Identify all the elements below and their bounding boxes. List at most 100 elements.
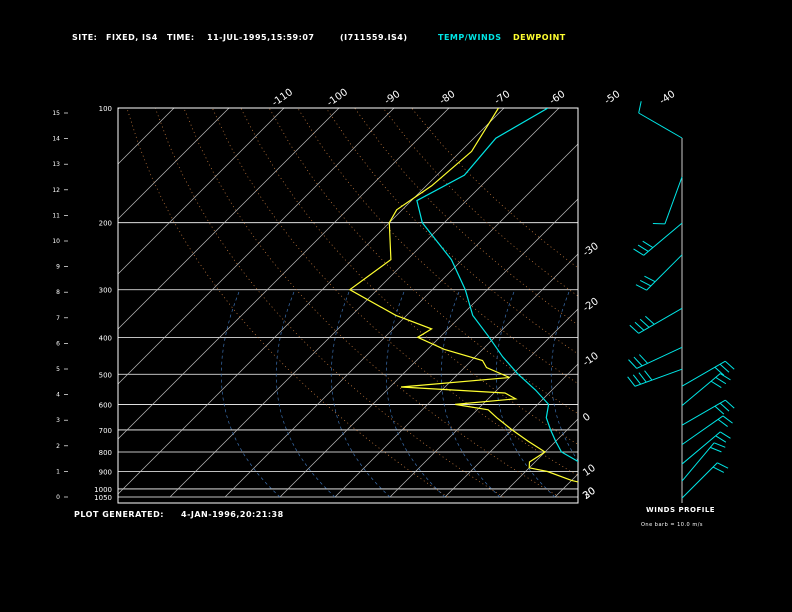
isotherm-line xyxy=(118,108,175,165)
winds-scale-note: One barb = 10.0 m/s xyxy=(641,522,703,528)
wind-barb-feather xyxy=(635,284,647,291)
mixing-ratio-line xyxy=(385,289,446,498)
isotherm-line xyxy=(665,108,792,497)
wind-barb-feather xyxy=(639,318,650,328)
wind-barb-shaft xyxy=(681,360,726,387)
wind-barb-feather xyxy=(717,418,728,427)
wind-barb-feather xyxy=(639,354,648,364)
wind-barb-feather xyxy=(629,324,640,334)
height-tick-label: 0 xyxy=(56,494,60,501)
wind-barb-shaft xyxy=(646,254,683,291)
wind-barb-feather xyxy=(710,380,722,389)
isotherm-line xyxy=(224,143,578,498)
top-temp-label: -40 xyxy=(658,89,678,107)
wind-barb-feather xyxy=(627,376,636,387)
isotherm-line xyxy=(118,108,505,495)
right-temp-label: 0 xyxy=(581,411,593,424)
top-temp-label: -50 xyxy=(603,89,623,107)
isotherm-line xyxy=(118,108,230,220)
wind-barb-feather xyxy=(639,280,652,287)
mixing-ratio-line xyxy=(220,289,281,498)
pressure-tick-label: 600 xyxy=(99,401,112,409)
wind-barb-feather xyxy=(712,466,725,473)
isotherm-line xyxy=(720,108,792,497)
wind-barb-feather xyxy=(628,359,638,369)
wind-barb-feather xyxy=(715,435,727,443)
wind-barb-feather xyxy=(634,321,645,331)
wind-barb-feather xyxy=(637,244,649,252)
height-tick-label: 3 xyxy=(56,417,60,424)
wind-barb-feather xyxy=(632,374,642,385)
pressure-tick-label: 100 xyxy=(99,105,112,113)
pressure-tick-label: 500 xyxy=(99,371,112,379)
height-tick-label: 12 xyxy=(52,187,60,194)
right-temp-label: -20 xyxy=(581,296,601,314)
pressure-tick-label: 300 xyxy=(99,287,112,295)
isotherm-line xyxy=(444,363,578,498)
top-temp-label: -110 xyxy=(270,87,295,109)
wind-barb-feather xyxy=(722,415,733,424)
wind-barb-shaft xyxy=(681,431,721,465)
wind-barb-shaft xyxy=(634,368,683,387)
dry-adiabat xyxy=(325,108,578,355)
wind-barb-feather xyxy=(719,402,730,412)
height-tick-label: 7 xyxy=(56,315,60,322)
wind-barb-feather xyxy=(644,370,653,381)
wind-barb-shaft xyxy=(681,373,721,407)
dry-adiabat xyxy=(297,108,578,384)
isotherm-line xyxy=(279,198,578,498)
height-tick-label: 14 xyxy=(52,136,60,143)
right-temp-label: 30 xyxy=(581,486,598,502)
wind-barb-shaft xyxy=(643,222,683,256)
isotherm-line xyxy=(169,108,560,498)
plot-generated-label: PLOT GENERATED: xyxy=(74,510,164,519)
mixing-ratio-line xyxy=(275,289,336,498)
wind-barb-shaft xyxy=(681,462,718,499)
dry-adiabat xyxy=(154,108,504,498)
height-tick-label: 11 xyxy=(52,212,60,219)
height-tick-label: 10 xyxy=(52,238,60,245)
wind-barb-feather xyxy=(719,363,730,373)
wind-barb-feather xyxy=(713,442,726,448)
pressure-tick-label: 800 xyxy=(99,449,112,457)
height-tick-label: 4 xyxy=(56,392,60,399)
height-tick-label: 9 xyxy=(56,264,60,271)
isotherm-line xyxy=(610,108,792,497)
pressure-tick-label: 1050 xyxy=(94,494,112,502)
wind-barb-feather xyxy=(724,360,735,370)
isotherm-line xyxy=(118,108,395,385)
pressure-tick-label: 200 xyxy=(99,220,112,228)
mixing-ratio-line xyxy=(606,290,665,497)
isotherm-line xyxy=(118,108,340,330)
right-temp-label: 10 xyxy=(581,463,598,479)
right-temp-label: -30 xyxy=(581,241,601,259)
wind-barb-feather xyxy=(644,275,656,283)
skew-t-chart: 1002003004005006007008009001000105001234… xyxy=(52,87,792,504)
top-temp-label: -90 xyxy=(383,89,403,107)
right-temp-label: -10 xyxy=(581,351,601,369)
height-tick-label: 1 xyxy=(56,468,60,475)
wind-barb-feather xyxy=(714,405,725,415)
wind-barb-feather xyxy=(715,376,727,385)
height-tick-label: 8 xyxy=(56,289,60,296)
isotherm-line xyxy=(334,253,578,498)
mixing-ratio-line xyxy=(550,289,578,462)
top-temp-label: -60 xyxy=(548,89,568,107)
wind-barb-feather xyxy=(720,431,731,439)
dry-adiabat xyxy=(354,108,578,326)
top-temp-label: -80 xyxy=(438,89,458,107)
wind-barb-feather xyxy=(717,462,729,469)
top-temp-label: -100 xyxy=(325,87,350,109)
pressure-tick-label: 1000 xyxy=(94,486,112,494)
wind-barb-feather xyxy=(645,315,655,325)
height-tick-label: 5 xyxy=(56,366,60,373)
wind-barb-feather xyxy=(720,373,731,381)
wind-barb-feather xyxy=(642,240,654,249)
pressure-tick-label: 400 xyxy=(99,334,112,342)
wind-barb-feather xyxy=(633,248,644,256)
height-tick-label: 13 xyxy=(52,161,60,168)
wind-barb-feather xyxy=(724,399,735,409)
winds-profile-title: WINDS PROFILE xyxy=(646,506,716,514)
wind-barb-shaft xyxy=(664,176,683,225)
top-temp-label: -70 xyxy=(493,89,513,107)
